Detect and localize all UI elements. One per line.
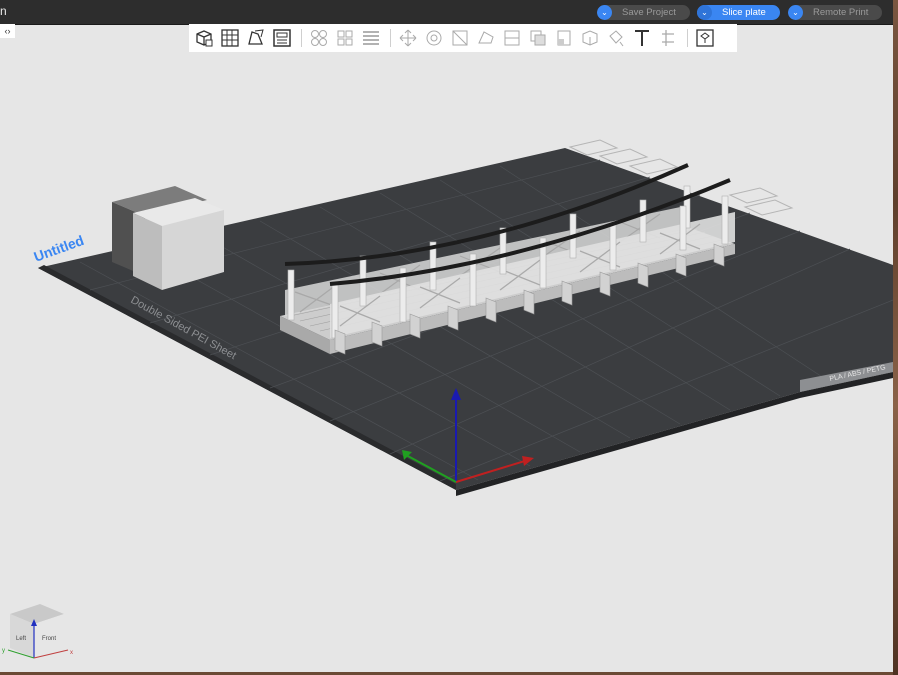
slice-plate-label: Slice plate bbox=[722, 7, 766, 18]
slice-plate-button[interactable]: ⌄ Slice plate bbox=[697, 5, 780, 20]
layer-view-icon[interactable] bbox=[271, 27, 293, 49]
auto-orient-icon[interactable] bbox=[245, 27, 267, 49]
view-cube-y-axis: y bbox=[2, 648, 5, 654]
cut-icon[interactable] bbox=[501, 27, 523, 49]
view-cube-x-axis: x bbox=[70, 650, 73, 656]
move-icon[interactable] bbox=[397, 27, 419, 49]
main-toolbar bbox=[189, 24, 737, 52]
collapse-sidebar-button[interactable]: ‹› bbox=[0, 24, 15, 38]
chevron-down-icon[interactable]: ⌄ bbox=[697, 5, 712, 20]
assembly-icon[interactable] bbox=[694, 27, 716, 49]
split-objects-icon[interactable] bbox=[308, 27, 330, 49]
text-icon[interactable] bbox=[631, 27, 653, 49]
measure-icon[interactable] bbox=[657, 27, 679, 49]
remote-print-label: Remote Print bbox=[813, 7, 869, 18]
arrange-grid-icon[interactable] bbox=[219, 27, 241, 49]
title-bar: n ⌄ Save Project ⌄ Slice plate ⌄ Remote … bbox=[0, 0, 893, 25]
view-cube-front[interactable]: Front bbox=[42, 636, 56, 642]
variable-layer-icon[interactable] bbox=[360, 27, 382, 49]
3d-viewport[interactable]: PLA / ABS / PETG Untitled Double Sided P… bbox=[0, 24, 893, 672]
desktop-background bbox=[893, 0, 898, 675]
save-project-button[interactable]: ⌄ Save Project bbox=[597, 5, 690, 20]
toolbar-separator bbox=[301, 29, 302, 47]
seam-paint-icon[interactable] bbox=[579, 27, 601, 49]
boolean-icon[interactable] bbox=[527, 27, 549, 49]
split-parts-icon[interactable] bbox=[334, 27, 356, 49]
view-cube-left[interactable]: Left bbox=[16, 636, 26, 642]
color-paint-icon[interactable] bbox=[605, 27, 627, 49]
window-title: n bbox=[0, 4, 7, 18]
toolbar-separator bbox=[390, 29, 391, 47]
save-project-label: Save Project bbox=[622, 7, 676, 18]
rotate-icon[interactable] bbox=[423, 27, 445, 49]
toolbar-separator bbox=[687, 29, 688, 47]
remote-print-button[interactable]: ⌄ Remote Print bbox=[788, 5, 883, 20]
chevron-down-icon[interactable]: ⌄ bbox=[597, 5, 612, 20]
scale-icon[interactable] bbox=[449, 27, 471, 49]
lay-on-face-icon[interactable] bbox=[475, 27, 497, 49]
chevron-down-icon[interactable]: ⌄ bbox=[788, 5, 803, 20]
app-window: n ⌄ Save Project ⌄ Slice plate ⌄ Remote … bbox=[0, 0, 893, 672]
support-paint-icon[interactable] bbox=[553, 27, 575, 49]
view-cube[interactable]: Left Front x y bbox=[2, 604, 73, 659]
add-object-icon[interactable] bbox=[193, 27, 215, 49]
collapse-arrows-icon: ‹› bbox=[4, 26, 11, 36]
